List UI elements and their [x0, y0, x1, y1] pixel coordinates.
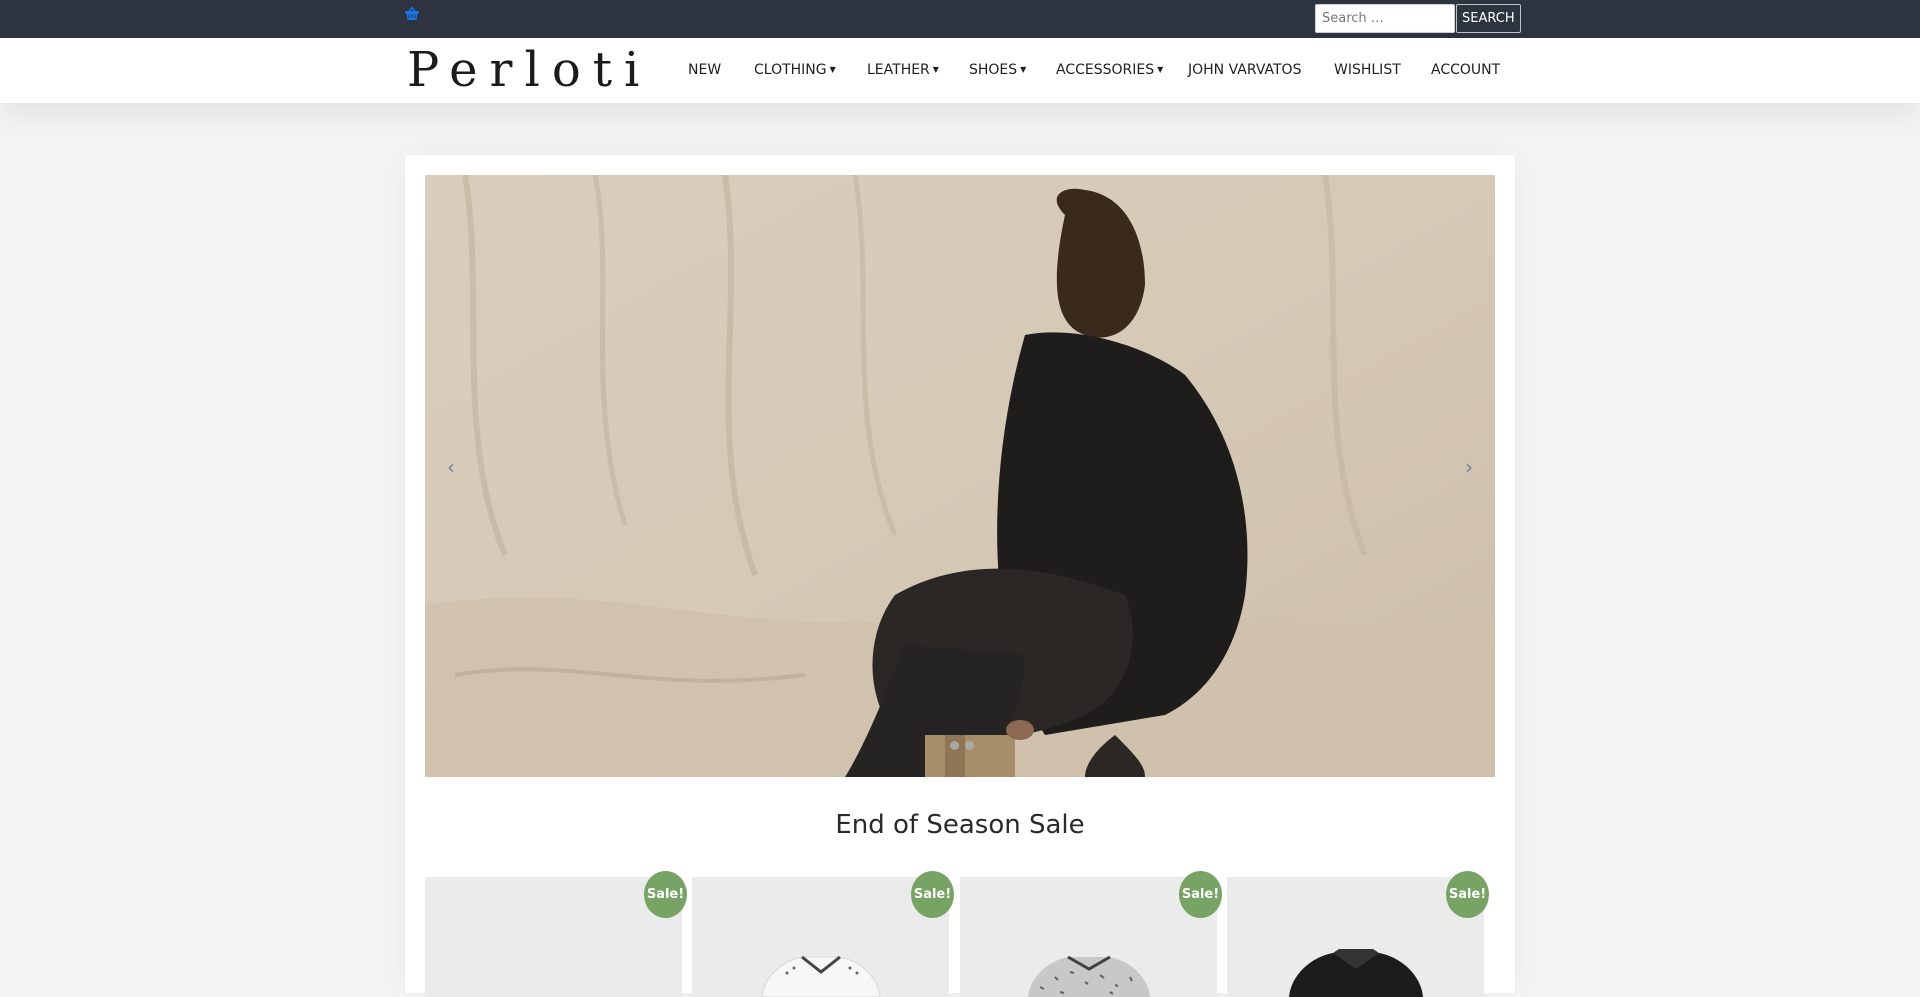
- caret-down-icon: ▼: [1157, 65, 1164, 74]
- product-card[interactable]: Sale!: [692, 871, 954, 997]
- nav-label: JOHN VARVATOS: [1188, 62, 1302, 78]
- section-title: End of Season Sale: [835, 810, 1085, 840]
- chevron-left-icon[interactable]: ‹: [447, 455, 455, 479]
- basket-icon[interactable]: [403, 6, 421, 22]
- search-button[interactable]: SEARCH: [1456, 4, 1521, 33]
- nav-item-shoes[interactable]: SHOES ▼: [969, 62, 1026, 78]
- nav-item-leather[interactable]: LEATHER ▼: [867, 62, 939, 78]
- slider-dot[interactable]: [965, 741, 974, 750]
- nav-item-john-varvatos[interactable]: JOHN VARVATOS: [1188, 62, 1301, 78]
- slider-dot[interactable]: [950, 741, 959, 750]
- search-input[interactable]: [1315, 4, 1455, 33]
- product-card[interactable]: Sale!: [960, 871, 1222, 997]
- caret-down-icon: ▼: [1020, 65, 1027, 74]
- main-content: ‹ › End of Season Sale Sale! Sale! Sale!: [405, 155, 1515, 997]
- sale-badge: Sale!: [911, 871, 954, 918]
- nav-label: ACCESSORIES: [1056, 62, 1155, 78]
- top-bar: SEARCH: [0, 0, 1920, 38]
- nav-label: LEATHER: [867, 62, 930, 78]
- caret-down-icon: ▼: [932, 65, 939, 74]
- nav-item-accessories[interactable]: ACCESSORIES ▼: [1056, 62, 1163, 78]
- caret-down-icon: ▼: [829, 65, 836, 74]
- sale-badge: Sale!: [1179, 871, 1222, 918]
- nav-item-wishlist[interactable]: WISHLIST: [1334, 62, 1401, 78]
- nav-label: CLOTHING: [754, 62, 827, 78]
- nav-label: NEW: [688, 62, 722, 78]
- hero-image: [425, 175, 1495, 777]
- site-logo[interactable]: Perloti: [407, 46, 651, 94]
- sale-badge: Sale!: [1446, 871, 1489, 918]
- nav-item-new[interactable]: NEW: [688, 62, 721, 78]
- nav-item-clothing[interactable]: CLOTHING ▼: [754, 62, 836, 78]
- nav-item-account[interactable]: ACCOUNT: [1431, 62, 1500, 78]
- site-header: Perloti NEW CLOTHING ▼ LEATHER ▼ SHOES ▼ AC…: [0, 38, 1920, 103]
- chevron-right-icon[interactable]: ›: [1465, 455, 1473, 479]
- search-form: SEARCH: [1315, 4, 1521, 33]
- product-card[interactable]: Sale!: [1227, 871, 1489, 997]
- hero-slider: ‹ ›: [425, 175, 1495, 777]
- nav-label: SHOES: [969, 62, 1018, 78]
- sale-badge: Sale!: [644, 871, 687, 918]
- nav-label: ACCOUNT: [1431, 62, 1501, 78]
- nav-label: WISHLIST: [1334, 62, 1401, 78]
- slider-dots: [950, 741, 974, 750]
- product-card[interactable]: Sale!: [425, 871, 687, 997]
